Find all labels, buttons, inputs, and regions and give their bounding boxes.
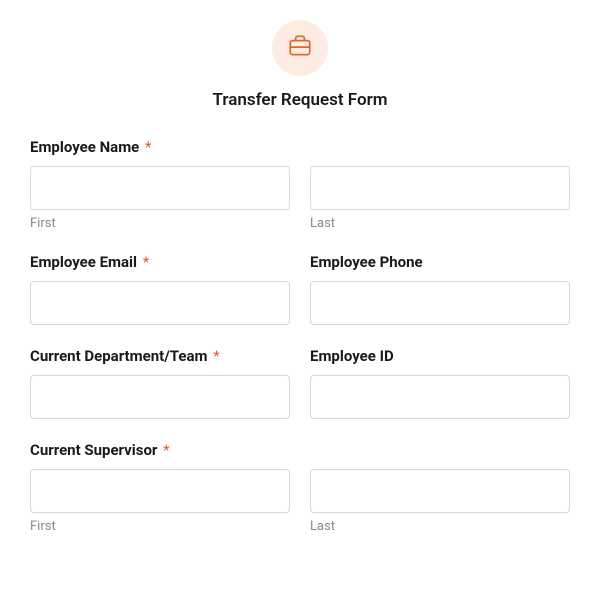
header-icon-circle <box>272 20 328 76</box>
employee-name-first-sublabel: First <box>30 216 290 231</box>
employee-name-last-input[interactable] <box>310 166 570 210</box>
form-title: Transfer Request Form <box>213 90 388 110</box>
field-employee-phone: Employee Phone <box>310 253 570 325</box>
form-header: Transfer Request Form <box>30 20 570 110</box>
supervisor-last-input[interactable] <box>310 469 570 513</box>
label-employee-email: Employee Email * <box>30 253 290 271</box>
label-current-department: Current Department/Team * <box>30 347 290 365</box>
required-mark: * <box>143 253 149 271</box>
label-employee-email-text: Employee Email <box>30 253 137 271</box>
label-employee-phone-text: Employee Phone <box>310 253 423 271</box>
field-current-supervisor: Current Supervisor * First Last <box>30 441 570 534</box>
supervisor-last-col: Last <box>310 469 570 534</box>
supervisor-first-sublabel: First <box>30 519 290 534</box>
label-employee-name: Employee Name * <box>30 138 570 156</box>
label-current-supervisor: Current Supervisor * <box>30 441 570 459</box>
employee-id-input[interactable] <box>310 375 570 419</box>
label-current-supervisor-text: Current Supervisor <box>30 441 157 459</box>
employee-name-last-sublabel: Last <box>310 216 570 231</box>
supervisor-first-col: First <box>30 469 290 534</box>
employee-name-last-col: Last <box>310 166 570 231</box>
current-department-input[interactable] <box>30 375 290 419</box>
required-mark: * <box>163 441 169 459</box>
employee-email-input[interactable] <box>30 281 290 325</box>
form-body: Employee Name * First Last Employee Emai… <box>30 138 570 534</box>
employee-name-first-col: First <box>30 166 290 231</box>
field-employee-name: Employee Name * First Last <box>30 138 570 231</box>
label-employee-id-text: Employee ID <box>310 347 394 365</box>
supervisor-last-sublabel: Last <box>310 519 570 534</box>
field-employee-id: Employee ID <box>310 347 570 419</box>
label-employee-name-text: Employee Name <box>30 138 139 156</box>
field-current-department: Current Department/Team * <box>30 347 290 419</box>
required-mark: * <box>213 347 219 365</box>
label-employee-id: Employee ID <box>310 347 570 365</box>
label-current-department-text: Current Department/Team <box>30 347 208 365</box>
label-employee-phone: Employee Phone <box>310 253 570 271</box>
briefcase-icon <box>287 33 313 63</box>
supervisor-first-input[interactable] <box>30 469 290 513</box>
employee-phone-input[interactable] <box>310 281 570 325</box>
field-employee-email: Employee Email * <box>30 253 290 325</box>
required-mark: * <box>145 138 151 156</box>
employee-name-first-input[interactable] <box>30 166 290 210</box>
